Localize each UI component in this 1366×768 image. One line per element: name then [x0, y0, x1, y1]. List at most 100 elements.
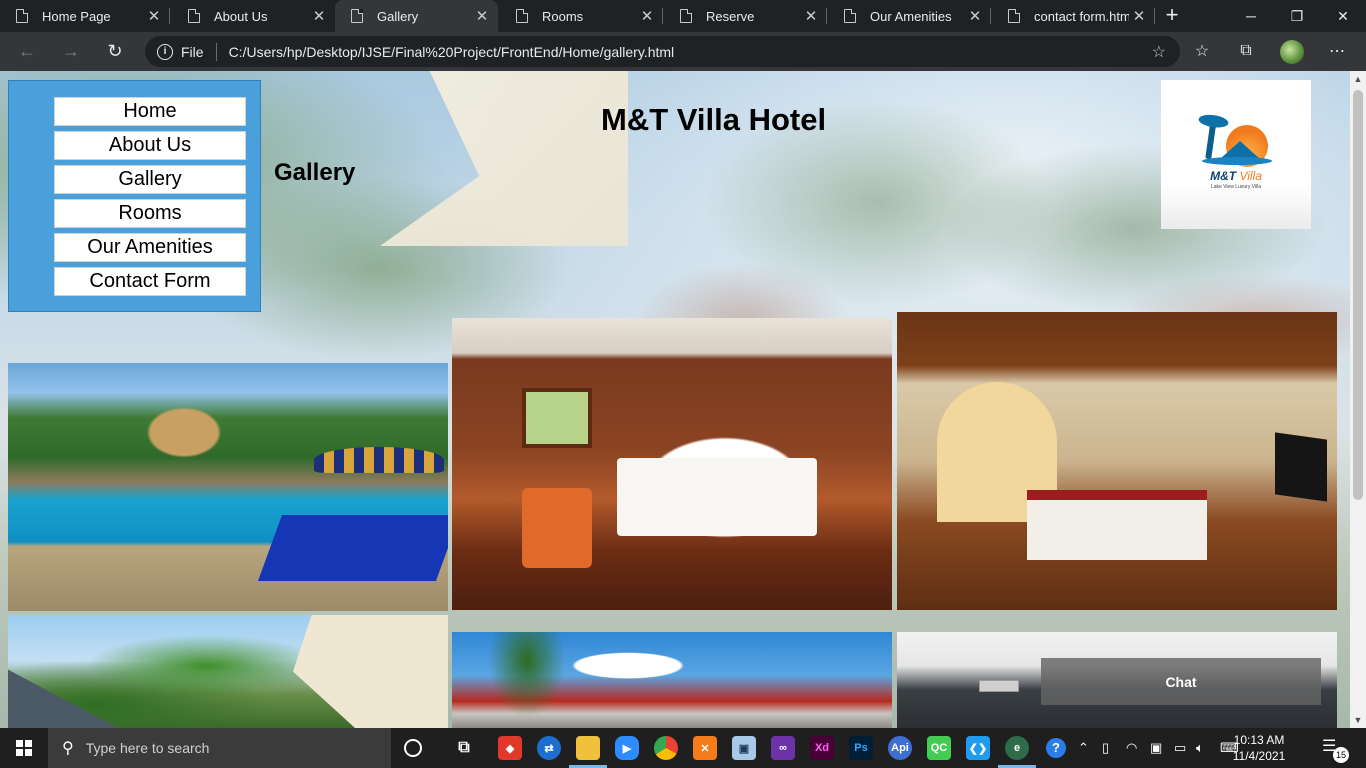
address-bar[interactable]: i File C:/Users/hp/Desktop/IJSE/Final%20… [145, 36, 1180, 67]
system-clock[interactable]: 10:13 AM 11/4/2021 [1228, 732, 1290, 764]
chat-button[interactable]: Chat [1041, 658, 1321, 705]
resort-photo[interactable] [452, 632, 892, 728]
tab-rooms[interactable]: Rooms ✕ [500, 0, 663, 32]
section-title: Gallery [274, 159, 356, 186]
edge-icon[interactable]: e [1005, 736, 1029, 760]
tab-about-us[interactable]: About Us ✕ [172, 0, 335, 32]
logo-brand: M&T [1210, 169, 1237, 183]
xampp-icon[interactable]: ✕ [693, 736, 717, 760]
wifi-icon[interactable]: ◠ [1126, 728, 1137, 768]
teamviewer-icon[interactable]: ⇄ [537, 736, 561, 760]
file-explorer-icon[interactable] [576, 736, 600, 760]
address-divider [215, 42, 217, 61]
url-text[interactable]: C:/Users/hp/Desktop/IJSE/Final%20Project… [229, 44, 1152, 60]
close-icon[interactable]: ✕ [472, 7, 492, 25]
scroll-up-icon[interactable]: ▲ [1350, 71, 1366, 87]
api-app-icon[interactable]: Api [888, 736, 912, 760]
vscode-icon[interactable]: ❮❯ [966, 736, 990, 760]
close-icon[interactable]: ✕ [144, 7, 164, 25]
tab-contact-form[interactable]: contact form.html ✕ [992, 0, 1155, 32]
close-icon[interactable]: ✕ [309, 7, 329, 25]
taskbar-search[interactable]: ⚲ Type here to search [48, 728, 391, 768]
tab-label: Our Amenities [870, 8, 952, 24]
browser-tab-strip: Home Page ✕ About Us ✕ Gallery ✕ Rooms ✕… [0, 0, 1366, 32]
browser-toolbar: ← → ↻ i File C:/Users/hp/Desktop/IJSE/Fi… [0, 32, 1366, 71]
help-icon[interactable]: ? [1046, 728, 1066, 768]
more-menu-icon[interactable]: ⋯ [1322, 36, 1352, 66]
adobe-xd-icon[interactable]: Xd [810, 736, 834, 760]
close-icon[interactable]: ✕ [637, 7, 657, 25]
close-icon[interactable]: ✕ [965, 7, 985, 25]
nav-our-amenities[interactable]: Our Amenities [54, 233, 246, 262]
nav-gallery[interactable]: Gallery [54, 165, 246, 194]
tab-label: Home Page [42, 8, 111, 24]
reload-icon[interactable]: ↻ [100, 36, 130, 66]
clock-time: 10:13 AM [1233, 733, 1285, 747]
windows-logo-icon [16, 740, 32, 756]
tab-gallery[interactable]: Gallery ✕ [335, 0, 498, 32]
new-tab-icon[interactable]: + [1160, 4, 1184, 28]
tab-separator [990, 8, 991, 24]
network-icon[interactable]: ▣ [1150, 728, 1162, 768]
back-arrow-icon[interactable]: ← [12, 36, 42, 66]
vertical-scrollbar[interactable]: ▲ ▼ [1350, 71, 1366, 728]
garden-photo[interactable] [8, 615, 448, 728]
virtualbox-icon[interactable]: ▣ [732, 736, 756, 760]
page-icon [516, 9, 528, 23]
tab-label: Reserve [706, 8, 755, 24]
notification-center-icon[interactable]: ☰ 15 [1322, 736, 1349, 763]
restore-icon[interactable]: ❐ [1274, 0, 1320, 32]
add-favorite-icon[interactable]: ☆ [1152, 42, 1166, 62]
nav-about-us[interactable]: About Us [54, 131, 246, 160]
device-icon[interactable]: ▯ [1102, 728, 1109, 768]
nav-home[interactable]: Home [54, 97, 246, 126]
logo-brand-suffix: Villa [1239, 169, 1262, 183]
suite-photo[interactable] [897, 312, 1337, 610]
nav-rooms[interactable]: Rooms [54, 199, 246, 228]
bedroom-photo[interactable] [452, 318, 892, 610]
cortana-icon[interactable] [404, 739, 422, 757]
page-icon [351, 9, 363, 23]
page-icon [188, 9, 200, 23]
profile-avatar[interactable] [1280, 40, 1304, 64]
visual-studio-icon[interactable]: ∞ [771, 736, 795, 760]
windows-taskbar: ⚲ Type here to search ⧉ ◆ ⇄ ▶ ✕ ▣ ∞ Xd P… [0, 728, 1366, 768]
zoom-icon[interactable]: ▶ [615, 736, 639, 760]
info-icon[interactable]: i [157, 43, 173, 60]
scrollbar-thumb[interactable] [1353, 90, 1363, 500]
notification-badge: 15 [1333, 747, 1349, 763]
side-navigation: Home About Us Gallery Rooms Our Amenitie… [8, 80, 261, 312]
tab-separator [1154, 8, 1155, 24]
clock-date: 11/4/2021 [1232, 749, 1286, 763]
task-view-icon[interactable]: ⧉ [452, 736, 476, 760]
page-icon [1008, 9, 1020, 23]
chrome-icon[interactable] [654, 736, 678, 760]
qt-creator-icon[interactable]: QC [927, 736, 951, 760]
hotel-title: M&T Villa Hotel [601, 102, 827, 137]
scroll-down-icon[interactable]: ▼ [1350, 712, 1366, 728]
close-icon[interactable]: ✕ [1129, 7, 1149, 25]
battery-icon[interactable]: ▭ [1174, 728, 1186, 768]
show-hidden-icons-icon[interactable]: ⌃ [1078, 728, 1089, 768]
close-icon[interactable]: ✕ [801, 7, 821, 25]
tab-our-amenities[interactable]: Our Amenities ✕ [828, 0, 991, 32]
start-button[interactable] [0, 728, 48, 768]
minimize-icon[interactable]: ─ [1228, 0, 1274, 32]
tab-label: Rooms [542, 8, 584, 24]
tab-reserve[interactable]: Reserve ✕ [664, 0, 827, 32]
logo-tagline: Lake View Luxury Villa [1210, 184, 1262, 190]
pool-photo[interactable] [8, 363, 448, 611]
favorites-icon[interactable]: ☆ [1187, 36, 1217, 66]
collections-icon[interactable]: ⧉ [1231, 36, 1261, 66]
volume-icon[interactable]: 🔈︎ [1196, 728, 1204, 768]
forward-arrow-icon[interactable]: → [56, 36, 86, 66]
window-close-icon[interactable]: ✕ [1320, 0, 1366, 32]
anydesk-icon[interactable]: ◆ [498, 736, 522, 760]
page-icon [844, 9, 856, 23]
tab-label: About Us [214, 8, 268, 24]
page-icon [680, 9, 692, 23]
page-icon [16, 9, 28, 23]
nav-contact-form[interactable]: Contact Form [54, 267, 246, 296]
photoshop-icon[interactable]: Ps [849, 736, 873, 760]
tab-home-page[interactable]: Home Page ✕ [0, 0, 170, 32]
